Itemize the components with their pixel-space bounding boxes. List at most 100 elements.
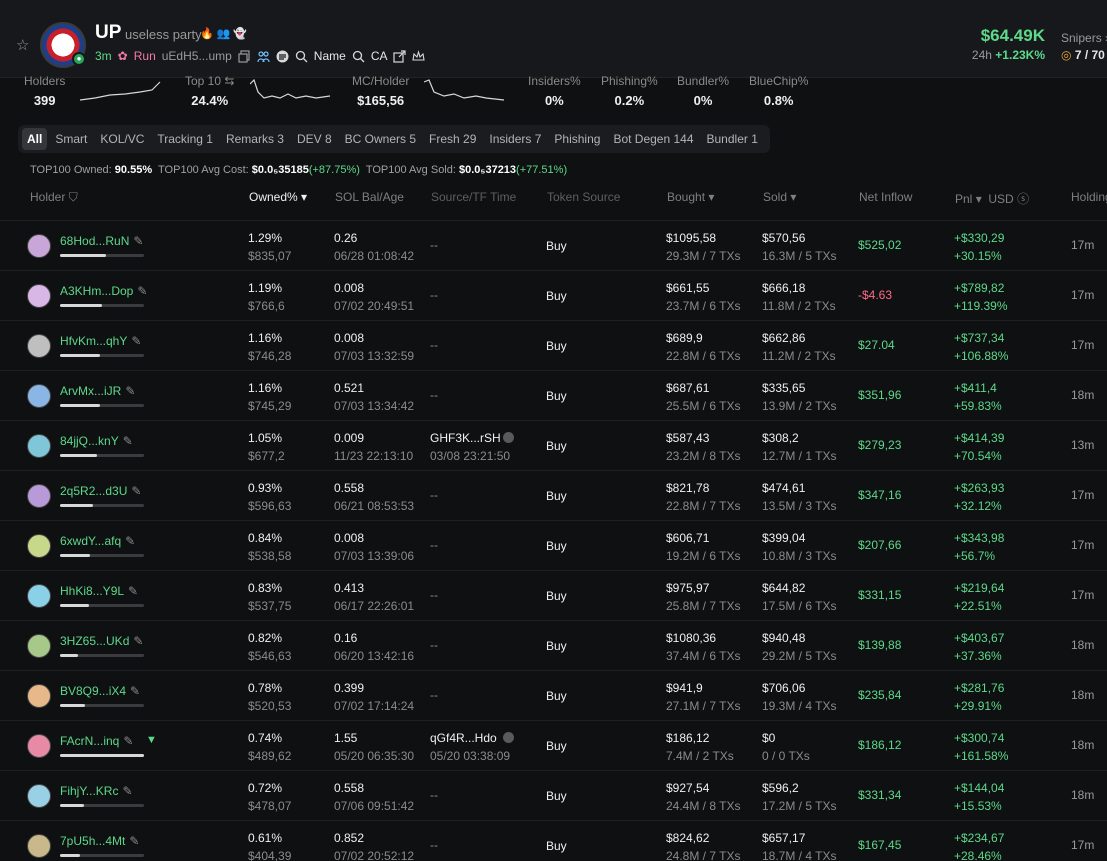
source-address[interactable]: qGf4R...Hdo: [430, 730, 510, 746]
edit-remark-icon[interactable]: ✎: [131, 334, 141, 348]
search-ca-icon[interactable]: [352, 50, 365, 63]
sol-cell: 0.558 07/06 09:51:42: [334, 780, 414, 814]
avatar[interactable]: [27, 234, 51, 258]
edit-remark-icon[interactable]: ✎: [130, 684, 140, 698]
run-label[interactable]: Run: [134, 49, 156, 63]
col-bought-label: Bought: [667, 190, 706, 204]
top10-filter-icon[interactable]: ⇆: [224, 74, 234, 88]
tab-phishing[interactable]: Phishing: [549, 128, 605, 150]
table-row[interactable]: 6xwdY...afq ✎ 0.84% $538,58 0.008 07/03 13:…: [0, 520, 1107, 570]
table-row[interactable]: 2q5R2...d3U ✎ 0.93% $596,63 0.558 06/21 08:…: [0, 470, 1107, 520]
col-token-source[interactable]: Token Source: [547, 190, 620, 204]
col-owned[interactable]: Owned% ▾: [249, 190, 307, 204]
holder-address[interactable]: 7pU5h...4Mt ✎: [60, 834, 139, 848]
avatar[interactable]: [27, 684, 51, 708]
holder-address[interactable]: 68Hod...RuN ✎: [60, 234, 143, 248]
table-row[interactable]: 7pU5h...4Mt ✎ 0.61% $404,39 0.852 07/02 20:…: [0, 820, 1107, 861]
col-net-inflow[interactable]: Net Inflow: [859, 190, 912, 204]
sort-down-icon: ▾: [301, 190, 308, 204]
favorite-star-icon[interactable]: ☆: [16, 36, 29, 54]
edit-remark-icon[interactable]: ✎: [125, 534, 135, 548]
currency-icon[interactable]: ⓢ: [1017, 192, 1029, 206]
avatar[interactable]: [27, 484, 51, 508]
avatar[interactable]: [27, 584, 51, 608]
edit-remark-icon[interactable]: ✎: [129, 834, 139, 848]
source-address[interactable]: GHF3K...rSH: [430, 430, 510, 446]
avatar[interactable]: [27, 284, 51, 308]
table-row[interactable]: HhKi8...Y9L ✎ 0.83% $537,75 0.413 06/17 22:…: [0, 570, 1107, 620]
explorer-icon[interactable]: [276, 50, 289, 63]
tab-dev[interactable]: DEV 8: [292, 128, 337, 150]
copy-icon[interactable]: [238, 49, 251, 63]
tab-remarks[interactable]: Remarks 3: [221, 128, 289, 150]
edit-remark-icon[interactable]: ✎: [128, 584, 138, 598]
avatar[interactable]: [27, 334, 51, 358]
avatar[interactable]: [27, 534, 51, 558]
filter-icon[interactable]: ⛉: [69, 190, 78, 204]
edit-remark-icon[interactable]: ✎: [123, 434, 133, 448]
holder-address[interactable]: HhKi8...Y9L ✎: [60, 584, 138, 598]
table-row[interactable]: 3HZ65...UKd ✎ 0.82% $546,63 0.16 06/20 13:4…: [0, 620, 1107, 670]
edit-remark-icon[interactable]: ✎: [125, 384, 135, 398]
holding-cell: 18m: [1071, 638, 1094, 652]
edit-remark-icon[interactable]: ✎: [133, 634, 143, 648]
usd-toggle[interactable]: USD: [988, 192, 1013, 206]
avatar[interactable]: [27, 734, 51, 758]
holder-address[interactable]: 2q5R2...d3U ✎: [60, 484, 141, 498]
holder-address[interactable]: 3HZ65...UKd ✎: [60, 634, 143, 648]
col-bought[interactable]: Bought ▾: [667, 190, 714, 204]
share-icon[interactable]: [393, 49, 407, 63]
table-row[interactable]: A3KHm...Dop ✎ 1.19% $766,6 0.008 07/02 20:4…: [0, 270, 1107, 320]
tab-bot-degen[interactable]: Bot Degen 144: [608, 128, 698, 150]
avatar[interactable]: [27, 634, 51, 658]
col-sold[interactable]: Sold ▾: [763, 190, 796, 204]
table-row[interactable]: ArvMx...iJR ✎ 1.16% $745,29 0.521 07/03 13:…: [0, 370, 1107, 420]
tab-fresh[interactable]: Fresh 29: [424, 128, 481, 150]
search-name-icon[interactable]: [295, 50, 308, 63]
avatar[interactable]: [27, 784, 51, 808]
search-ca-link[interactable]: CA: [371, 49, 388, 63]
col-sol-bal[interactable]: SOL Bal/Age: [335, 190, 404, 204]
pnl-pct: +32.12%: [954, 499, 1002, 513]
tab-tracking[interactable]: Tracking 1: [152, 128, 218, 150]
holder-address[interactable]: FAcrN...inq ✎: [60, 734, 133, 748]
table-row[interactable]: 68Hod...RuN ✎ 1.29% $835,07 0.26 06/28 01:0…: [0, 220, 1107, 270]
holding-cell: 18m: [1071, 788, 1094, 802]
table-row[interactable]: HfvKm...qhY ✎ 1.16% $746,28 0.008 07/03 13:…: [0, 320, 1107, 370]
col-pnl[interactable]: Pnl ▾ USD ⓢ: [955, 190, 1029, 207]
table-row[interactable]: BV8Q9...iX4 ✎ 0.78% $520,53 0.399 07/02 17:…: [0, 670, 1107, 720]
table-row[interactable]: FAcrN...inq ✎ ▼ 0.74% $489,62 1.55 05/20 06…: [0, 720, 1107, 770]
holders-icon[interactable]: [257, 50, 270, 63]
tab-kol-vc[interactable]: KOL/VC: [95, 128, 149, 150]
avatar[interactable]: [27, 384, 51, 408]
holder-address[interactable]: ArvMx...iJR ✎: [60, 384, 135, 398]
snipers-label[interactable]: Snipers »: [1061, 31, 1107, 45]
tab-all[interactable]: All: [22, 128, 48, 150]
edit-remark-icon[interactable]: ✎: [131, 484, 141, 498]
edit-remark-icon[interactable]: ✎: [133, 234, 143, 248]
source-empty: --: [430, 688, 438, 702]
pnl-pct: +30.15%: [954, 249, 1002, 263]
holder-address[interactable]: HfvKm...qhY ✎: [60, 334, 141, 348]
holder-address[interactable]: 84jjQ...knY ✎: [60, 434, 133, 448]
col-source[interactable]: Source/TF Time: [431, 190, 516, 204]
holder-address[interactable]: FihjY...KRc ✎: [60, 784, 133, 798]
edit-remark-icon[interactable]: ✎: [137, 284, 147, 298]
tab-insiders[interactable]: Insiders 7: [484, 128, 546, 150]
col-holder[interactable]: Holder ⛉: [30, 190, 78, 205]
crown-icon[interactable]: [412, 49, 426, 63]
search-name-link[interactable]: Name: [314, 49, 346, 63]
tab-smart[interactable]: Smart: [50, 128, 92, 150]
holder-address[interactable]: BV8Q9...iX4 ✎: [60, 684, 140, 698]
holder-address[interactable]: A3KHm...Dop ✎: [60, 284, 147, 298]
table-row[interactable]: FihjY...KRc ✎ 0.72% $478,07 0.558 07/06 09:…: [0, 770, 1107, 820]
tab-bundler[interactable]: Bundler 1: [702, 128, 763, 150]
avatar[interactable]: [27, 834, 51, 858]
col-holding[interactable]: Holding: [1071, 190, 1107, 204]
edit-remark-icon[interactable]: ✎: [122, 784, 132, 798]
table-row[interactable]: 84jjQ...knY ✎ 1.05% $677,2 0.009 11/23 22:1…: [0, 420, 1107, 470]
tab-bc-owners[interactable]: BC Owners 5: [340, 128, 421, 150]
holder-address[interactable]: 6xwdY...afq ✎: [60, 534, 135, 548]
edit-remark-icon[interactable]: ✎: [123, 734, 133, 748]
avatar[interactable]: [27, 434, 51, 458]
